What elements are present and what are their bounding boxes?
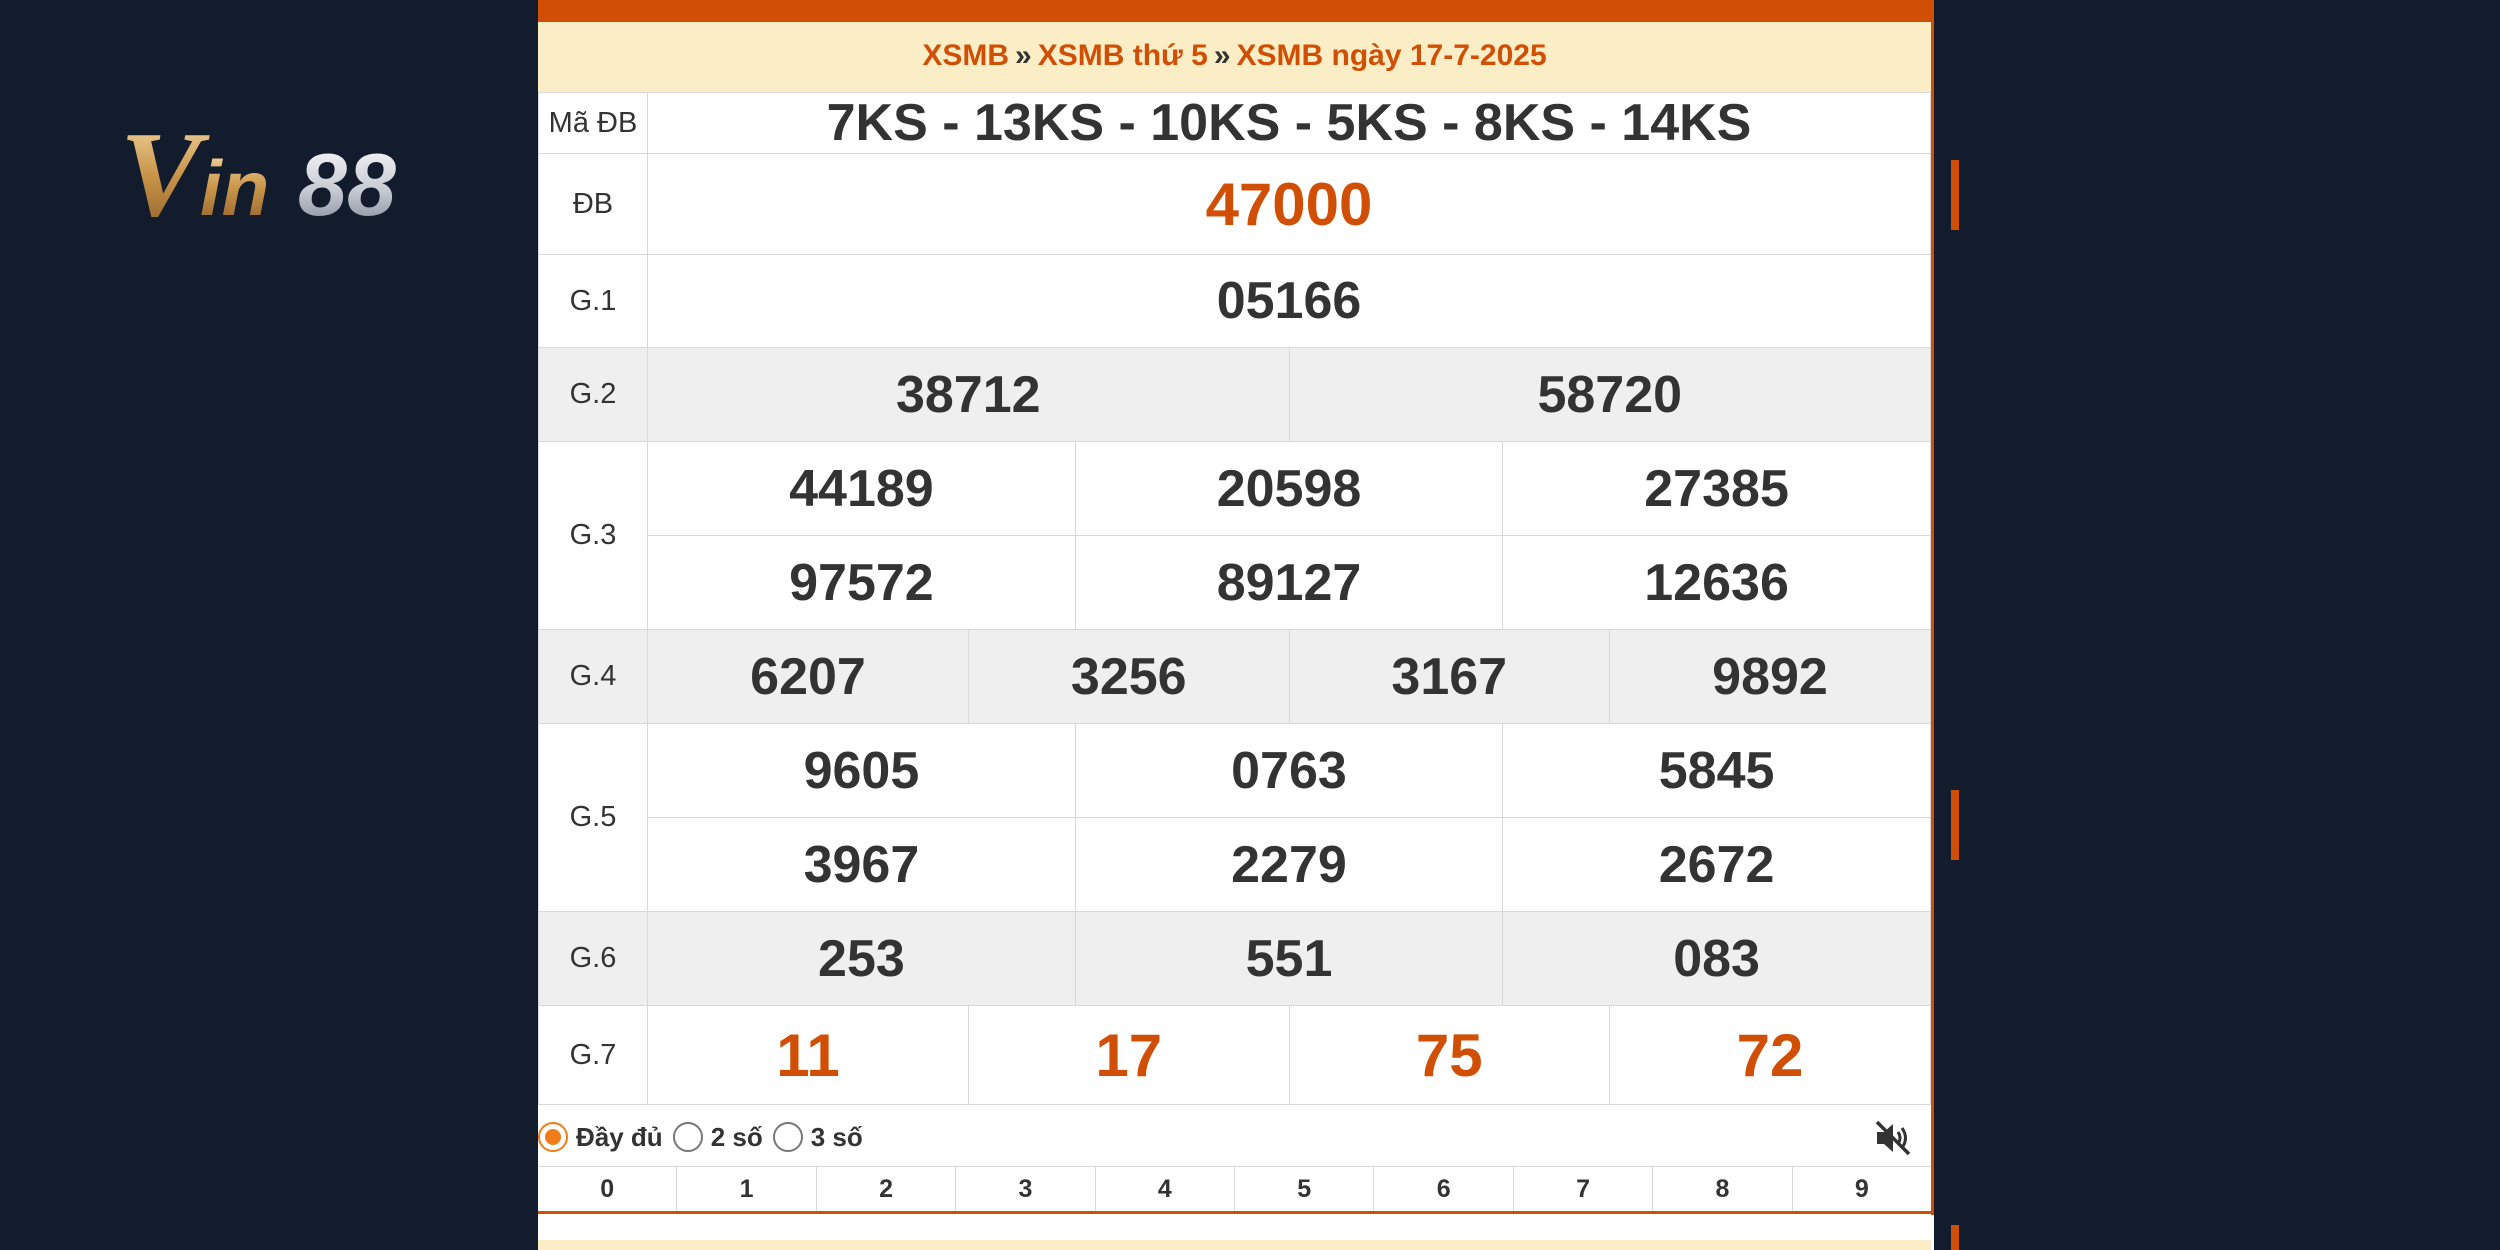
breadcrumb-xsmb-date[interactable]: XSMB ngày 17-7-2025 xyxy=(1237,39,1547,72)
row-label: G.3 xyxy=(538,441,648,630)
prize-number: 38712 xyxy=(648,348,1289,441)
option-full[interactable]: Đầy đủ xyxy=(538,1122,663,1153)
prize-number: 5845 xyxy=(1502,724,1930,817)
radio[interactable] xyxy=(672,1122,703,1152)
breadcrumb-xsmb[interactable]: XSMB xyxy=(922,39,1009,72)
row-label: ĐB xyxy=(538,153,648,255)
svg-text:V: V xyxy=(120,115,210,235)
row-g3: G.3 44189 20598 27385 xyxy=(538,441,1931,630)
digit-filter[interactable]: 5 xyxy=(1234,1167,1373,1211)
prize-number: 9892 xyxy=(1609,630,1930,723)
breadcrumb-xsmb-thu5[interactable]: XSMB thứ 5 xyxy=(1038,39,1208,72)
prize-number: 27385 xyxy=(1502,442,1930,535)
row-code: Mã ĐB 7KS - 13KS - 10KS - 5KS - 8KS - 14… xyxy=(538,92,1931,154)
side-tab[interactable] xyxy=(1951,160,1959,230)
top-bar xyxy=(538,0,1934,22)
lottery-result-panel: XSMB» XSMB thứ 5» XSMB ngày 17-7-2025 Mã Đ… xyxy=(538,0,1934,1250)
breadcrumb: XSMB» XSMB thứ 5» XSMB ngày 17-7-2025 xyxy=(538,22,1931,92)
digit-filter[interactable]: 0 xyxy=(538,1167,676,1211)
prize-number: 3967 xyxy=(803,835,920,894)
row-label: G.1 xyxy=(538,254,648,348)
next-section-strip xyxy=(538,1240,1931,1250)
prize-number: 47000 xyxy=(647,153,1931,255)
digit-filter[interactable]: 7 xyxy=(1512,1167,1652,1211)
display-options: Đầy đủ 2 số 3 số xyxy=(538,1108,1931,1166)
breadcrumb-separator: » xyxy=(1015,39,1032,72)
prize-number: 75 xyxy=(1288,1006,1610,1104)
row-g7: G.7 11 17 75 72 xyxy=(538,1005,1931,1105)
side-tab[interactable] xyxy=(1951,1225,1959,1250)
result-table: Mã ĐB 7KS - 13KS - 10KS - 5KS - 8KS - 14… xyxy=(538,92,1931,1105)
digit-filter[interactable]: 9 xyxy=(1791,1167,1931,1211)
digit-filter[interactable]: 6 xyxy=(1373,1167,1512,1211)
prize-number: 551 xyxy=(1074,912,1503,1005)
row-g2: G.2 38712 58720 xyxy=(538,347,1931,442)
digit-filter[interactable]: 1 xyxy=(676,1167,815,1211)
row-label: G.2 xyxy=(538,347,648,442)
radio[interactable] xyxy=(772,1122,803,1152)
row-g6: G.6 253 551 083 xyxy=(538,911,1931,1006)
prize-number: 6207 xyxy=(648,630,969,723)
option-label: 3 số xyxy=(810,1121,863,1152)
special-code: 7KS - 13KS - 10KS - 5KS - 8KS - 14KS xyxy=(647,92,1931,154)
prize-number: 17 xyxy=(968,1006,1289,1104)
prize-number: 9605 xyxy=(803,741,920,800)
digit-filter-bar: 0 1 2 3 4 5 6 7 8 9 xyxy=(538,1166,1931,1214)
row-g5: G.5 9605 0763 5845 xyxy=(538,723,1931,912)
speaker-muted-icon[interactable] xyxy=(1873,1118,1913,1158)
digit-filter[interactable]: 8 xyxy=(1652,1167,1791,1211)
prize-number: 3256 xyxy=(968,630,1289,723)
option-label: 2 số xyxy=(710,1121,763,1152)
row-label: G.6 xyxy=(538,911,648,1006)
side-tab[interactable] xyxy=(1951,790,1959,860)
option-label: Đầy đủ xyxy=(576,1121,663,1152)
svg-text:in: in xyxy=(200,144,269,232)
row-label: Mã ĐB xyxy=(538,92,648,154)
prize-number: 72 xyxy=(1609,1006,1930,1104)
radio-selected[interactable] xyxy=(538,1122,568,1152)
prize-number: 3167 xyxy=(1288,630,1610,723)
prize-number: 253 xyxy=(648,912,1076,1005)
prize-number: 12636 xyxy=(1502,536,1930,629)
row-label: G.7 xyxy=(538,1005,648,1105)
option-2-digit[interactable]: 2 số xyxy=(672,1121,763,1153)
breadcrumb-separator: » xyxy=(1213,39,1231,72)
prize-number: 89127 xyxy=(1074,536,1503,629)
digit-filter[interactable]: 2 xyxy=(815,1167,955,1211)
row-label: G.4 xyxy=(538,629,648,724)
prize-number: 20598 xyxy=(1074,442,1503,535)
prize-number: 083 xyxy=(1502,912,1930,1005)
prize-number: 2279 xyxy=(1074,818,1503,911)
svg-text:88: 88 xyxy=(298,135,396,234)
row-g1: G.1 05166 xyxy=(538,254,1931,348)
row-g3-2: 97572 89127 12636 xyxy=(539,535,1931,630)
vin88-logo: V in 88 xyxy=(120,115,500,235)
prize-number: 11 xyxy=(776,1021,840,1089)
prize-number: 0763 xyxy=(1074,724,1503,817)
option-3-digit[interactable]: 3 số xyxy=(772,1121,863,1153)
row-g4: G.4 6207 3256 3167 9892 xyxy=(538,629,1931,724)
row-g5-2: 3967 2279 2672 xyxy=(539,817,1931,912)
prize-number: 44189 xyxy=(789,459,934,518)
prize-number: 58720 xyxy=(1288,348,1930,441)
panel-border xyxy=(1931,0,1934,1215)
row-label: G.5 xyxy=(538,723,648,912)
digit-filter[interactable]: 4 xyxy=(1094,1167,1234,1211)
digit-filter[interactable]: 3 xyxy=(955,1167,1094,1211)
row-db: ĐB 47000 xyxy=(538,153,1931,255)
prize-number: 97572 xyxy=(789,553,934,612)
prize-number: 2672 xyxy=(1502,818,1930,911)
prize-number: 05166 xyxy=(647,254,1931,348)
